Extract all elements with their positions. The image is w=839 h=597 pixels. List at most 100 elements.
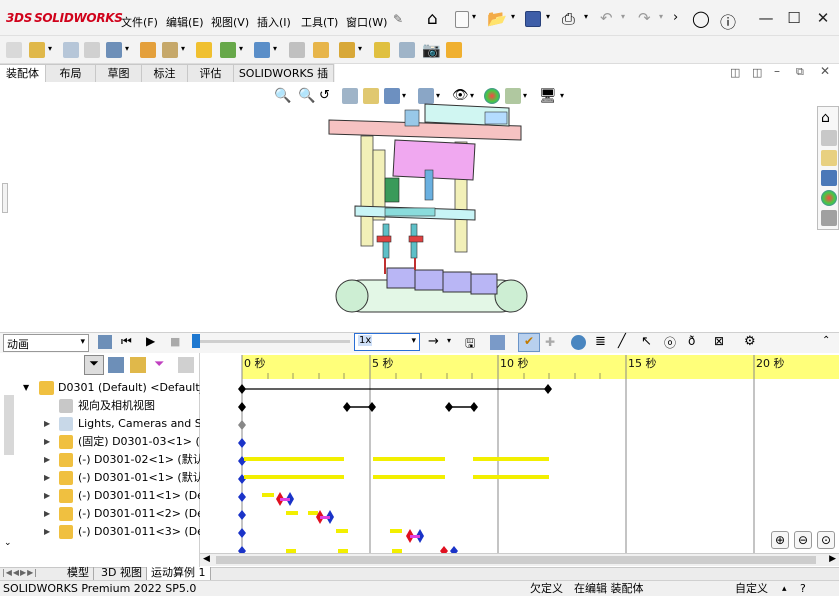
zoom-fit-timeline-icon[interactable]: ⊙ [817,531,835,549]
scrollbar-thumb[interactable] [216,556,816,564]
tab-sketch[interactable]: 草图 [96,64,142,82]
menu-view[interactable]: 视图(V) [211,14,249,30]
tree-item[interactable]: ▶ Lights, Cameras and Sce [0,415,200,433]
motor-icon[interactable] [571,335,586,350]
expand-icon[interactable]: › [673,10,678,25]
window-next-icon[interactable]: ◫ [752,66,762,79]
tree-item[interactable]: ▶ (-) D0301-011<3> (Defa [0,523,200,541]
chevron-down-icon[interactable]: ▾ [472,12,476,21]
filter-animated-icon[interactable] [108,357,124,373]
close-button[interactable]: ✕ [812,8,834,28]
help-icon[interactable]: ⓘ [720,9,736,33]
bill-of-materials-icon[interactable] [313,42,329,58]
spring-icon[interactable]: ≣ [595,334,606,349]
tab-3d-views[interactable]: 3D 视图 [97,567,147,580]
linear-pattern-icon[interactable] [106,42,122,58]
exploded-view-icon[interactable] [339,42,355,58]
tab-nav-arrows-icon[interactable]: |◀◀▶▶| [2,568,38,577]
filter-selected-icon[interactable]: ⏷ [154,357,170,373]
home-icon[interactable]: ⌂ [821,110,837,126]
zoom-out-timeline-icon[interactable]: ⊖ [794,531,812,549]
chevron-down-icon[interactable]: ▾ [436,91,440,100]
timeline-tracks[interactable] [200,353,839,553]
minimize-button[interactable]: — [755,8,777,28]
chevron-down-icon[interactable]: ▾ [402,91,406,100]
chevron-down-icon[interactable]: ▾ [621,12,625,21]
tab-markup[interactable]: 标注 [142,64,188,82]
playback-slider[interactable] [194,340,350,343]
scroll-right-icon[interactable]: ▶ [829,554,836,564]
view-settings-icon[interactable]: 🖥 [539,88,557,104]
instant3d-icon[interactable] [374,42,390,58]
chevron-up-icon[interactable]: ▴ [782,582,787,597]
assembly-model[interactable] [325,100,535,320]
chevron-down-icon[interactable]: ▾ [358,44,362,53]
custom-properties-icon[interactable] [821,210,837,226]
calculate-icon[interactable] [98,335,112,349]
chevron-down-icon[interactable]: ▾ [125,44,129,53]
contact-icon[interactable]: ⓞ [664,334,676,351]
tab-model[interactable]: 模型 [63,567,94,580]
update-speedpak-icon[interactable] [399,42,415,58]
chevron-down-icon[interactable]: ▾ [273,44,277,53]
component-preview-icon[interactable] [84,42,100,58]
new-document-icon[interactable] [455,11,469,28]
playback-mode-icon[interactable]: → [428,334,439,349]
assembly-features-icon[interactable] [220,42,236,58]
menu-file[interactable]: 文件(F) [121,14,158,30]
tree-item[interactable]: ▶ (-) D0301-011<2> (Defa [0,505,200,523]
window-prev-icon[interactable]: ◫ [730,66,740,79]
tree-item[interactable]: ▶ (-) D0301-02<1> (默认) - [0,451,200,469]
maximize-button[interactable]: ☐ [783,8,805,28]
vertical-scrollbar[interactable] [4,395,14,455]
design-library-icon[interactable] [821,130,837,146]
large-assembly-icon[interactable] [446,42,462,58]
filter-driving-icon[interactable] [130,357,146,373]
study-type-select[interactable]: 动画 ▾ [3,334,89,352]
chevron-down-icon[interactable]: ▾ [511,12,515,21]
zoom-in-timeline-icon[interactable]: ⊕ [771,531,789,549]
chevron-down-icon[interactable]: ▾ [48,44,52,53]
doc-restore-button[interactable]: ⧉ [796,65,804,79]
chevron-down-icon[interactable]: ▾ [560,91,564,100]
edit-component-icon[interactable] [140,42,156,58]
tree-item[interactable]: ▶ (固定) D0301-03<1> (默认 [0,433,200,451]
view-palette-icon[interactable] [821,170,837,186]
undo-icon[interactable]: ↶ [600,9,613,27]
menu-tools[interactable]: 工具(T) [301,14,338,30]
chevron-down-icon[interactable]: ▾ [470,91,474,100]
chevron-down-icon[interactable]: ▾ [584,12,588,21]
force-icon[interactable]: ↖ [641,334,652,349]
tab-assembly[interactable]: 装配体 [0,64,46,82]
menu-window[interactable]: 窗口(W) [346,14,387,30]
reference-geometry-icon[interactable] [254,42,270,58]
tab-motion-study-1[interactable]: 运动算例 1 [147,567,211,580]
tree-item[interactable]: ▶ (-) D0301-011<1> (Defa [0,487,200,505]
chevron-down-icon[interactable]: ▾ [659,12,663,21]
new-motion-study-icon[interactable] [289,42,305,58]
chevron-down-icon[interactable]: ▾ [181,44,185,53]
camera-icon[interactable]: 📷 [422,41,441,59]
chevron-down-icon[interactable]: ▾ [239,44,243,53]
appearances-icon[interactable] [821,190,837,206]
settings-gear-icon[interactable]: ⚙ [744,334,756,349]
save-icon[interactable] [525,11,541,27]
play-from-start-icon[interactable]: ⏮ [121,334,132,349]
chevron-down-icon[interactable]: ▾ [523,91,527,100]
pin-icon[interactable]: ✎ [393,12,403,26]
print-icon[interactable]: ⎙ [562,9,575,29]
zoom-to-fit-icon[interactable]: 🔍 [274,88,291,104]
move-component-icon[interactable] [162,42,178,58]
solidworks-logo[interactable]: 3DS SOLIDWORKS [6,11,123,25]
playback-speed-select[interactable]: 1x ▾ [354,333,420,351]
filter-results-icon[interactable] [178,357,194,373]
filter-icon[interactable]: ⏷ [84,355,104,375]
show-hidden-icon[interactable] [196,42,212,58]
tree-root[interactable]: ▼ D0301 (Default) <Default_Dis [0,379,200,397]
scroll-left-icon[interactable]: ◀ [203,554,210,564]
panel-flyout-handle[interactable] [2,183,8,213]
status-help-icon[interactable]: ? [800,581,806,596]
tab-solidworks-addins[interactable]: SOLIDWORKS 插件 [234,64,334,97]
doc-close-button[interactable]: ✕ [820,64,830,78]
damper-icon[interactable]: ╱ [618,334,626,349]
